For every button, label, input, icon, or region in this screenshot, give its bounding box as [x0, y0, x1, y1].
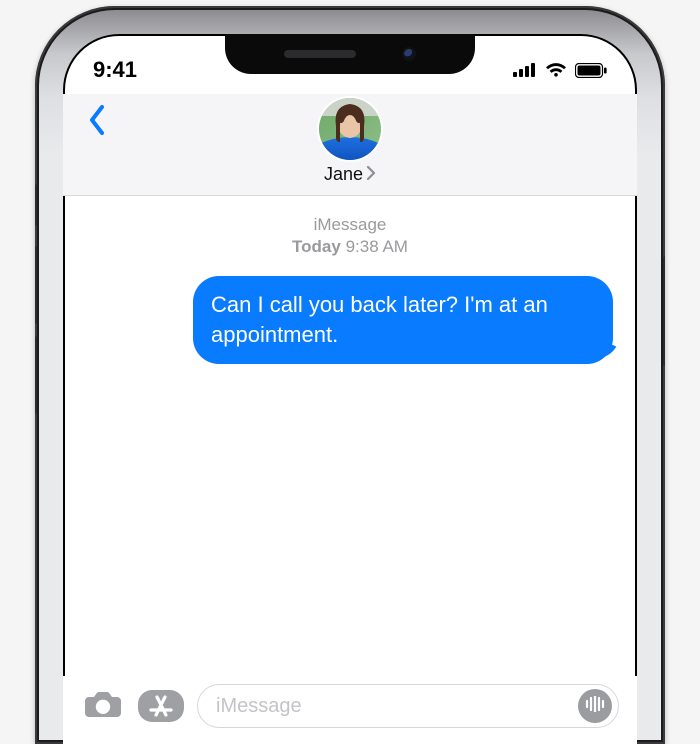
screen: 9:41: [63, 34, 637, 744]
app-store-icon: [137, 689, 185, 723]
contact-avatar[interactable]: [319, 98, 381, 160]
notch: [225, 34, 475, 74]
front-camera: [402, 47, 416, 61]
volume-up-button: [35, 246, 37, 324]
battery-icon: [575, 63, 607, 78]
message-bubble[interactable]: Can I call you back later? I'm at an app…: [193, 276, 613, 363]
mute-switch: [35, 184, 37, 226]
timestamp-time: 9:38 AM: [346, 237, 408, 256]
thread-timestamp: iMessage Today 9:38 AM: [81, 214, 619, 258]
status-time: 9:41: [93, 57, 137, 83]
wifi-icon: [545, 62, 567, 78]
earpiece-speaker: [284, 50, 356, 58]
camera-icon: [85, 689, 121, 724]
message-row-outgoing: Can I call you back later? I'm at an app…: [81, 276, 619, 363]
side-button: [663, 256, 665, 366]
back-button[interactable]: [75, 100, 119, 144]
message-text: Can I call you back later? I'm at an app…: [211, 292, 548, 347]
cellular-signal-icon: [513, 63, 537, 77]
status-indicators: [513, 62, 607, 78]
contact-name-label: Jane: [324, 164, 363, 185]
phone-frame: 9:41: [35, 6, 665, 744]
volume-down-button: [35, 336, 37, 414]
chevron-left-icon: [87, 104, 107, 141]
compose-bar: iMessage: [63, 676, 637, 744]
timestamp-day: Today: [292, 237, 341, 256]
message-input[interactable]: iMessage: [197, 684, 619, 728]
message-thread[interactable]: iMessage Today 9:38 AM Can I call you ba…: [63, 196, 637, 682]
conversation-header: Jane: [63, 94, 637, 196]
service-label: iMessage: [81, 214, 619, 236]
app-store-apps-button[interactable]: [139, 684, 183, 728]
dictate-button[interactable]: [578, 689, 612, 723]
contact-name-button[interactable]: Jane: [324, 164, 376, 185]
audio-waveform-icon: [585, 696, 605, 717]
camera-button[interactable]: [81, 684, 125, 728]
message-input-placeholder: iMessage: [216, 695, 302, 718]
chevron-right-icon: [366, 164, 376, 185]
